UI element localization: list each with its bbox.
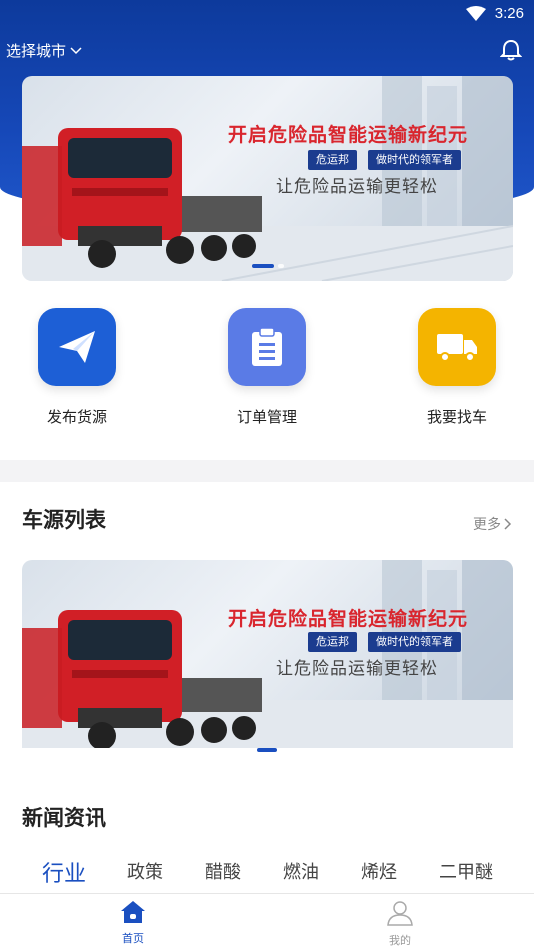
- tab-acetic-acid[interactable]: 醋酸: [205, 858, 241, 884]
- tab-dme[interactable]: 二甲醚: [439, 858, 493, 884]
- top-bar: 选择城市: [0, 36, 534, 66]
- find-vehicle-button[interactable]: 我要找车: [397, 308, 517, 427]
- find-vehicle-label: 我要找车: [426, 408, 487, 426]
- truck-illustration: [22, 610, 262, 748]
- vehicle-banner-art: [22, 560, 513, 748]
- news-tabs: 行业 政策 醋酸 燃油 烯烃 二甲醚: [0, 858, 534, 894]
- bottom-nav: 首页 我的: [0, 893, 534, 949]
- city-selector-label: 选择城市: [6, 42, 67, 60]
- wifi-icon: [466, 6, 486, 21]
- vehicle-banner[interactable]: 开启危险品智能运输新纪元 危运邦 做时代的领军者 让危险品运输更轻松: [22, 560, 513, 748]
- vehicle-banner-headline: 开启危险品智能运输新纪元: [228, 608, 469, 630]
- nav-home-label: 首页: [122, 932, 144, 945]
- vehicle-carousel-indicator: [0, 748, 534, 752]
- more-label: 更多: [473, 517, 501, 533]
- nav-mine[interactable]: 我的: [370, 900, 430, 948]
- tab-olefin[interactable]: 烯烃: [361, 858, 397, 884]
- paper-plane-icon: [38, 308, 116, 386]
- banner-tag-slogan: 做时代的领军者: [368, 150, 461, 170]
- carousel-dot-active[interactable]: [251, 264, 274, 268]
- news-title: 新闻资讯: [22, 806, 106, 830]
- clipboard-icon: [228, 308, 306, 386]
- vehicle-list-title: 车源列表: [22, 508, 106, 532]
- order-management-label: 订单管理: [236, 408, 297, 426]
- promo-banner[interactable]: 开启危险品智能运输新纪元 危运邦 做时代的领军者 让危险品运输更轻松: [22, 76, 513, 281]
- publish-cargo-label: 发布货源: [46, 408, 107, 426]
- city-selector[interactable]: 选择城市: [6, 40, 82, 61]
- tab-policy[interactable]: 政策: [127, 858, 163, 884]
- carousel-dot[interactable]: [277, 264, 284, 268]
- status-time: 3:26: [494, 5, 524, 22]
- vehicle-banner-tag-brand: 危运邦: [308, 632, 357, 652]
- more-link[interactable]: 更多: [473, 514, 512, 534]
- user-icon: [387, 901, 413, 926]
- vehicle-banner-subline: 让危险品运输更轻松: [276, 659, 438, 679]
- carousel-indicator: [22, 264, 513, 268]
- banner-background-art: [22, 76, 513, 281]
- quick-actions: 发布货源 订单管理 我要找车: [0, 308, 534, 438]
- status-bar: 3:26: [0, 0, 534, 28]
- banner-subline: 让危险品运输更轻松: [276, 177, 438, 197]
- carousel-dot-active[interactable]: [257, 748, 277, 752]
- vehicle-banner-tag-slogan: 做时代的领军者: [368, 632, 461, 652]
- banner-tag-brand: 危运邦: [308, 150, 357, 170]
- chevron-down-icon: [70, 46, 82, 54]
- section-divider: [0, 460, 534, 482]
- publish-cargo-button[interactable]: 发布货源: [17, 308, 137, 427]
- nav-mine-label: 我的: [389, 934, 411, 947]
- banner-headline: 开启危险品智能运输新纪元: [228, 124, 469, 146]
- order-management-button[interactable]: 订单管理: [207, 308, 327, 427]
- nav-home[interactable]: 首页: [103, 900, 163, 946]
- chevron-right-icon: [504, 518, 512, 530]
- bell-icon[interactable]: [500, 38, 522, 62]
- tab-fuel[interactable]: 燃油: [283, 858, 319, 884]
- home-icon: [121, 901, 145, 923]
- truck-icon: [418, 308, 496, 386]
- tab-industry[interactable]: 行业: [42, 856, 86, 888]
